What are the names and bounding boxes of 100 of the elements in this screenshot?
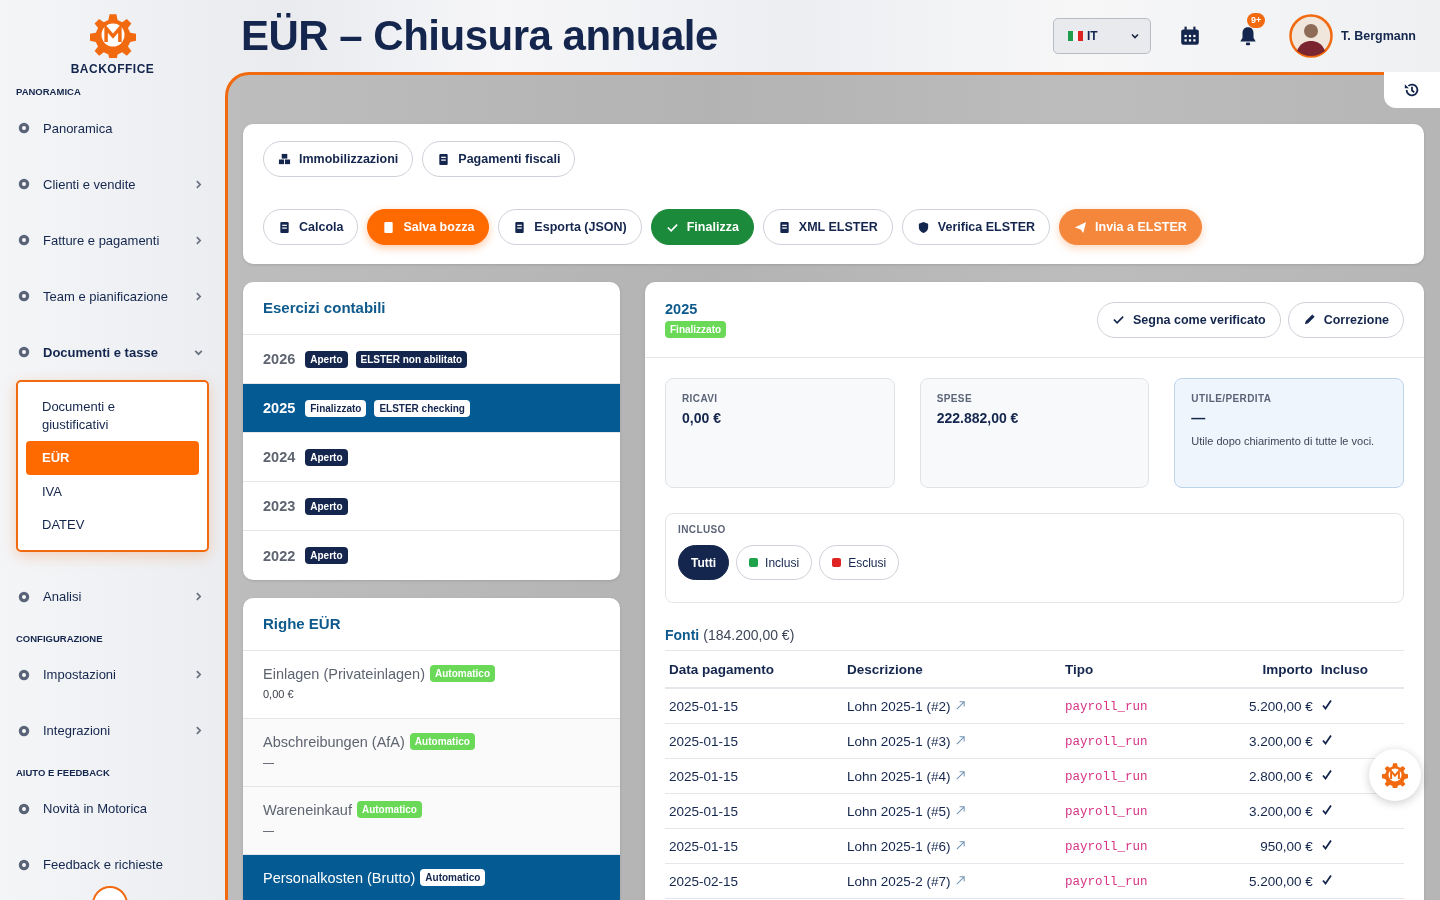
stat-value: — — [1191, 410, 1207, 426]
nav-item[interactable]: Documenti e tasse — [0, 324, 225, 380]
external-link-icon[interactable] — [954, 769, 966, 781]
submenu-item[interactable]: DATEV — [26, 508, 199, 542]
year-label: 2024 — [263, 449, 296, 465]
toolbar-button[interactable]: Esporta (JSON) — [498, 209, 642, 245]
status-badge: Aperto — [305, 350, 348, 368]
eur-line-row[interactable]: Einlagen (Privateinlagen) Automatico 0,00 € — [243, 651, 620, 719]
external-link-icon[interactable] — [954, 874, 966, 886]
description-link[interactable]: Lohn 2025-1 (#6) — [847, 838, 951, 854]
fiscal-year-row[interactable]: 2025 Finalizzato ELSTER checking — [243, 384, 620, 433]
line-amount: 0,00 € — [263, 688, 295, 700]
notification-badge: 9+ — [1247, 13, 1266, 28]
description-link[interactable]: Lohn 2025-1 (#4) — [847, 768, 951, 784]
history-tab[interactable] — [1384, 72, 1440, 108]
language-select[interactable]: IT — [1053, 18, 1151, 54]
description-link[interactable]: Lohn 2025-1 (#5) — [847, 803, 951, 819]
fiscal-year-row[interactable]: 2023 Aperto — [243, 482, 620, 531]
external-link-icon[interactable] — [954, 699, 966, 711]
section-title: Fonti — [665, 627, 700, 643]
line-amount: — — [263, 756, 275, 768]
action-button[interactable]: Segna come verificato — [1097, 301, 1281, 338]
auto-badge: Automatico — [356, 801, 422, 818]
description-link[interactable]: Lohn 2025-1 (#3) — [847, 733, 951, 749]
line-label: Wareneinkauf — [263, 801, 352, 818]
type-code: payroll_run — [1065, 805, 1148, 819]
type-code: payroll_run — [1065, 840, 1148, 854]
type-code: payroll_run — [1065, 700, 1148, 714]
brand-name: BACKOFFICE — [70, 62, 155, 76]
plane-icon — [1074, 220, 1088, 234]
filter-label: INCLUSO — [678, 524, 727, 535]
table-cell: 2025-01-15 — [669, 733, 739, 749]
nav-item[interactable]: Feedback e richieste — [0, 836, 225, 893]
action-button[interactable]: Correzione — [1287, 301, 1404, 338]
nav-item[interactable]: Clienti e vendite — [0, 156, 225, 212]
column-header: Importo — [1203, 650, 1317, 688]
year-label: 2025 — [263, 400, 296, 416]
eur-line-row[interactable]: Personalkosten (Brutto) Automatico — [243, 855, 620, 900]
amount-cell: 2.800,00 € — [1249, 768, 1313, 784]
toolbar-button[interactable]: XML ELSTER — [762, 209, 893, 245]
line-label: Abschreibungen (AfA) — [263, 733, 405, 750]
nav-item[interactable]: Analisi — [0, 568, 225, 625]
fiscal-year-row[interactable]: 2022 Aperto — [243, 531, 620, 580]
pencil-icon — [1302, 313, 1316, 326]
table-cell: 2025-01-15 — [669, 768, 739, 784]
stat-label: SPESE — [936, 393, 973, 404]
stat-label: RICAVI — [682, 393, 719, 404]
year-label: 2023 — [263, 498, 296, 514]
section-total: (184.200,00 €) — [703, 627, 795, 643]
submenu-item[interactable]: Documenti e giustificativi — [26, 390, 199, 442]
filter-chip[interactable]: Inclusi — [736, 545, 813, 580]
description-link[interactable]: Lohn 2025-2 (#7) — [847, 873, 951, 889]
toolbar-button[interactable]: Calcola — [263, 209, 359, 245]
year-label: 2026 — [263, 351, 296, 367]
section-heading: AIUTO E FEEDBACK — [15, 765, 111, 780]
external-link-icon[interactable] — [954, 734, 966, 746]
auto-badge: Automatico — [420, 869, 486, 886]
page-title: EÜR – Chiusura annuale — [241, 12, 718, 60]
status-badge: Finalizzato — [665, 321, 727, 338]
line-label: Einlagen (Privateinlagen) — [263, 665, 425, 682]
logo-icon — [1382, 762, 1408, 788]
status-badge: Aperto — [305, 448, 348, 466]
submenu-item[interactable]: IVA — [26, 474, 199, 509]
column-header: Descrizione — [843, 650, 1061, 688]
receipt-icon — [437, 152, 451, 166]
filter-chip[interactable]: Tutti — [678, 545, 730, 580]
stat-label: UTILE/PERDITA — [1191, 393, 1273, 404]
chevron-icon — [1130, 31, 1140, 41]
description-link[interactable]: Lohn 2025-1 (#2) — [847, 698, 951, 714]
user-name[interactable]: T. Bergmann — [1341, 29, 1416, 43]
section-heading: PANORAMICA — [15, 85, 82, 99]
table-cell: 2025-02-15 — [669, 873, 739, 889]
eur-line-row[interactable]: Abschreibungen (AfA) Automatico — — [243, 719, 620, 787]
nav-item[interactable]: Impostazioni — [0, 646, 225, 703]
nav-item[interactable]: Team e pianificazione — [0, 268, 225, 324]
fiscal-year-row[interactable]: 2024 Aperto — [243, 433, 620, 482]
avatar[interactable] — [1289, 14, 1333, 58]
toolbar-button[interactable]: Immobilizzazioni — [263, 141, 414, 177]
table-cell: 2025-01-15 — [669, 698, 739, 714]
external-link-icon[interactable] — [954, 839, 966, 851]
amount-cell: 950,00 € — [1260, 838, 1313, 854]
status-badge: Aperto — [305, 497, 348, 515]
toolbar-button[interactable]: Finalizza — [650, 209, 754, 245]
card-title: Esercizi contabili — [243, 282, 620, 335]
nav-item[interactable]: Integrazioni — [0, 702, 225, 759]
line-label: Personalkosten (Brutto) — [263, 869, 416, 886]
external-link-icon[interactable] — [954, 804, 966, 816]
bell-icon[interactable] — [1237, 25, 1259, 47]
calendar-icon[interactable] — [1179, 25, 1201, 47]
eur-line-row[interactable]: Wareneinkauf Automatico — — [243, 787, 620, 855]
nav-item[interactable]: Panoramica — [0, 100, 225, 156]
nav-item[interactable]: Fatture e pagamenti — [0, 212, 225, 268]
filter-chip[interactable]: Esclusi — [819, 545, 900, 580]
nav-item[interactable]: Novità in Motorica — [0, 780, 225, 837]
logo-icon — [89, 12, 136, 58]
status-badge: ELSTER checking — [374, 399, 470, 417]
toolbar-button[interactable]: Pagamenti fiscali — [422, 141, 576, 177]
auto-badge: Automatico — [430, 665, 495, 682]
stat-value: 0,00 € — [682, 410, 722, 426]
toolbar-button[interactable]: Verifica ELSTER — [901, 209, 1051, 245]
